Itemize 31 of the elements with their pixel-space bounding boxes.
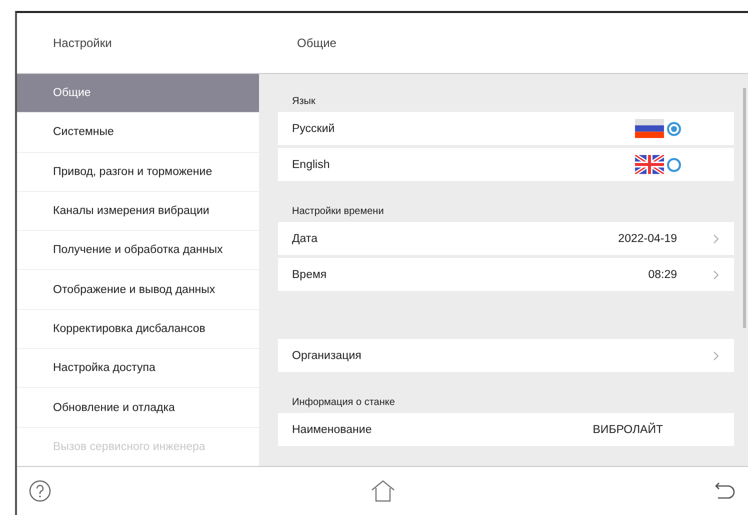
settings-row[interactable]: Время 08:29 xyxy=(278,258,734,291)
row-label: Время xyxy=(292,268,328,280)
section-label: Настройки времени xyxy=(291,206,385,217)
option-label: English xyxy=(292,158,331,170)
flag-icon xyxy=(635,155,664,174)
section-label: Информация о станке xyxy=(291,397,396,408)
help-icon[interactable] xyxy=(29,480,51,502)
sidebar-title: Настройки xyxy=(52,36,113,50)
page-title: Общие xyxy=(296,36,336,50)
radio-button[interactable] xyxy=(667,158,681,172)
row-value: ВИБРОЛАЙТ xyxy=(592,424,663,436)
scrollbar[interactable] xyxy=(743,88,746,328)
section-label: Язык xyxy=(291,96,316,107)
settings-row[interactable]: Организация xyxy=(278,339,734,372)
chevron-icon xyxy=(713,350,719,360)
row-label: Наименование xyxy=(292,424,373,436)
sidebar-item[interactable]: Общие xyxy=(17,74,259,114)
back-icon[interactable] xyxy=(714,482,736,500)
row-label: Организация xyxy=(292,350,362,362)
radio-button[interactable] xyxy=(667,122,681,136)
chevron-icon xyxy=(713,270,719,280)
row-value: 08:29 xyxy=(648,268,677,280)
settings-row[interactable]: Дата 2022-04-19 xyxy=(278,222,734,255)
flag-icon xyxy=(635,119,664,138)
language-option[interactable]: Русский xyxy=(278,112,734,145)
chevron-icon xyxy=(713,234,719,244)
row-label: Дата xyxy=(292,232,318,244)
home-icon[interactable] xyxy=(370,480,394,502)
row-value: 2022-04-19 xyxy=(618,232,677,244)
option-label: Русский xyxy=(292,122,336,134)
language-option[interactable]: English xyxy=(278,148,734,181)
